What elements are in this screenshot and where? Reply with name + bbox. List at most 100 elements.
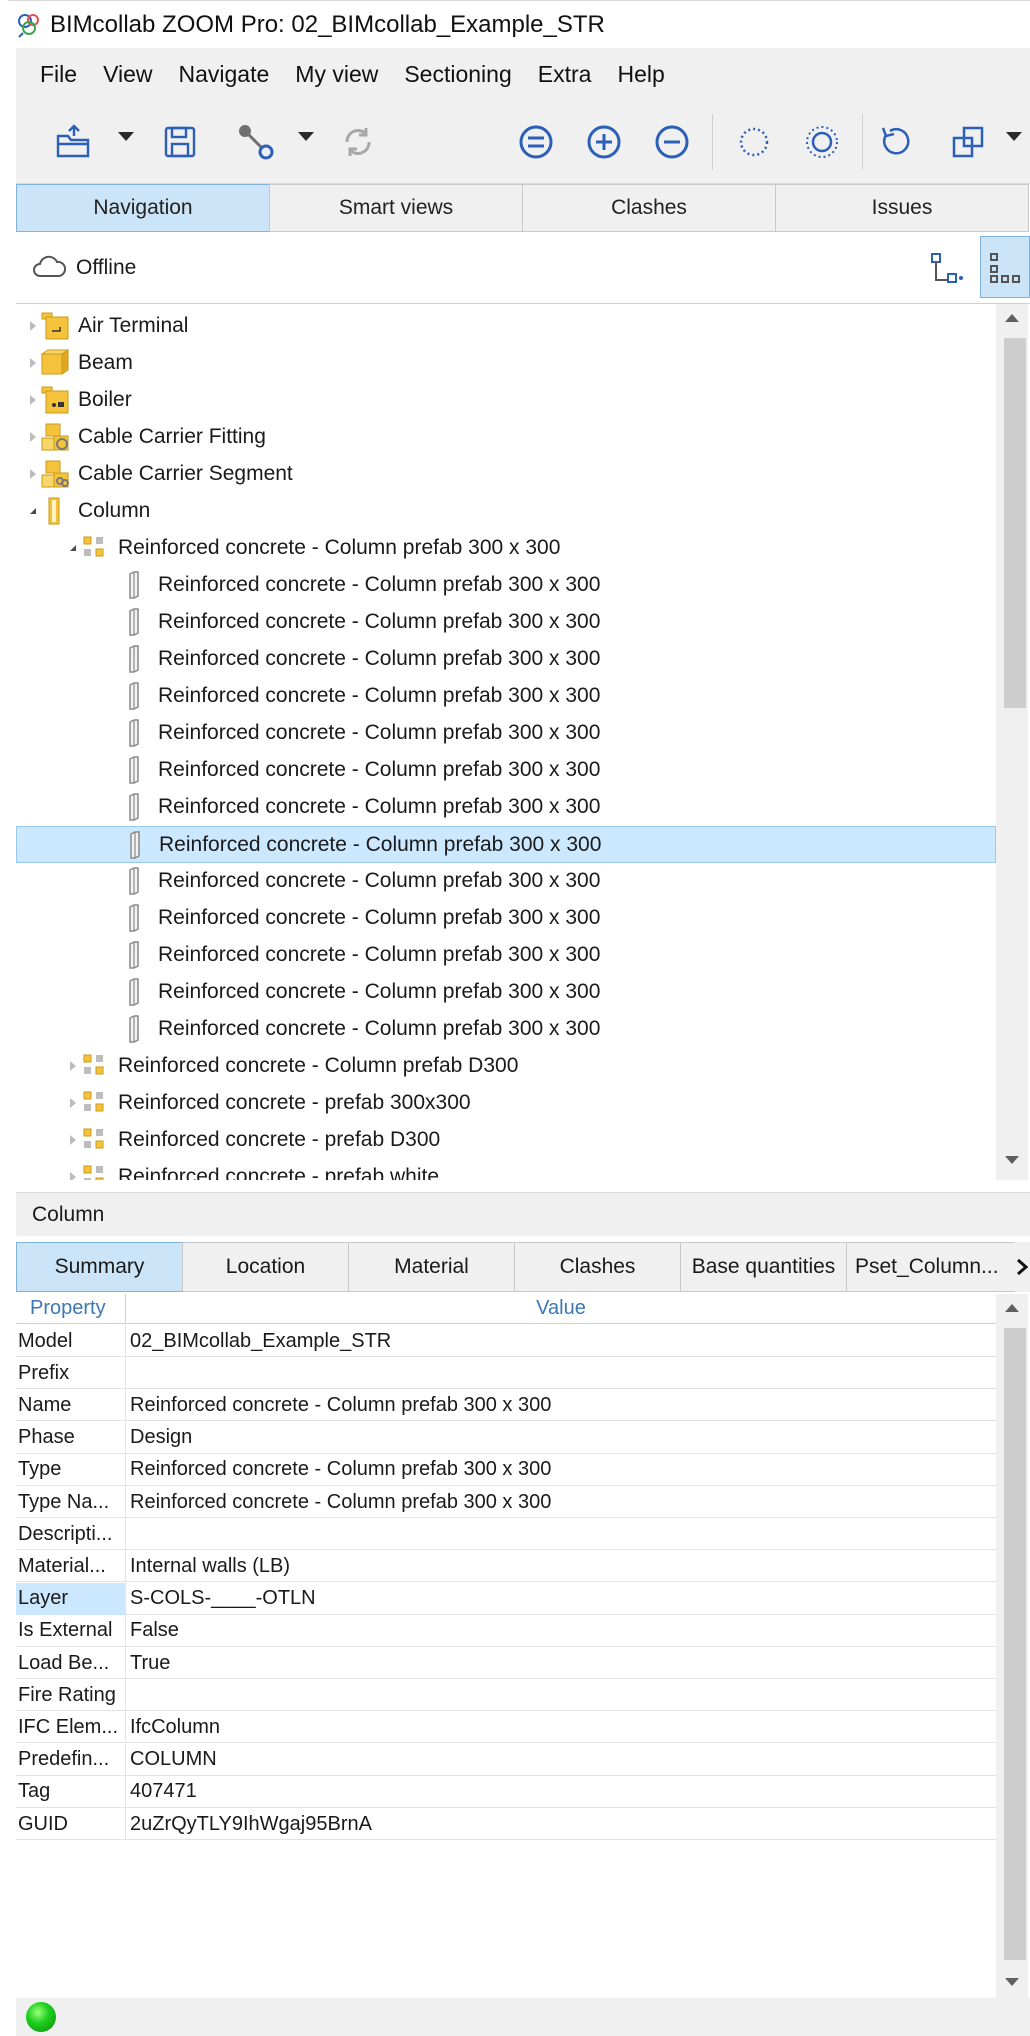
tab-issues[interactable]: Issues (775, 184, 1029, 232)
tree-item[interactable]: Reinforced concrete - Column prefab 300 … (16, 937, 996, 974)
tab-clashes[interactable]: Clashes (522, 184, 776, 232)
menu-help[interactable]: Help (617, 61, 664, 88)
tree-item[interactable]: Reinforced concrete - prefab white (16, 1159, 996, 1180)
expand-arrow-icon[interactable] (30, 358, 36, 368)
tree-scrollbar[interactable] (996, 304, 1028, 1180)
property-row[interactable]: Is External False (16, 1614, 996, 1647)
copy-view-icon (952, 126, 984, 158)
tree-item[interactable]: Reinforced concrete - prefab 300x300 (16, 1085, 996, 1122)
tab-smart-views[interactable]: Smart views (269, 184, 523, 232)
tree-item[interactable]: Reinforced concrete - Column prefab 300 … (16, 863, 996, 900)
properties-scroll-thumb[interactable] (1004, 1328, 1026, 1960)
select-none-button[interactable] (796, 116, 848, 168)
column-header-property[interactable]: Property (16, 1294, 126, 1324)
tab-navigation[interactable]: Navigation (16, 184, 270, 232)
tree-item[interactable]: Reinforced concrete - Column prefab 300 … (16, 641, 996, 678)
property-key: Layer (16, 1582, 126, 1615)
open-dropdown-caret[interactable] (118, 132, 134, 141)
reset-view-button[interactable] (870, 116, 922, 168)
connect-button[interactable] (230, 116, 282, 168)
tree-item[interactable]: Reinforced concrete - Column prefab 300 … (16, 974, 996, 1011)
tree-item[interactable]: Column (16, 493, 996, 530)
tree-item[interactable]: Reinforced concrete - Column prefab 300 … (16, 530, 996, 567)
expand-arrow-icon[interactable] (30, 321, 36, 331)
menu-sectioning[interactable]: Sectioning (404, 61, 511, 88)
property-row[interactable]: Prefix (16, 1357, 996, 1390)
expand-arrow-icon[interactable] (70, 1061, 76, 1071)
expand-arrow-icon[interactable] (70, 1098, 76, 1108)
expand-arrow-icon[interactable] (70, 1172, 76, 1180)
tab-pset-column[interactable]: Pset_Column... (846, 1242, 1016, 1292)
sync-button[interactable] (332, 116, 384, 168)
property-row[interactable]: Fire Rating (16, 1679, 996, 1712)
scroll-down-arrow[interactable] (1005, 1156, 1019, 1164)
tree-item[interactable]: Air Terminal (16, 308, 996, 345)
tree-item[interactable]: Reinforced concrete - Column prefab 300 … (16, 789, 996, 826)
menu-extra[interactable]: Extra (538, 61, 592, 88)
tree-item[interactable]: Boiler (16, 382, 996, 419)
expand-arrow-icon[interactable] (70, 1135, 76, 1145)
grouped-view-button[interactable] (980, 236, 1030, 298)
tab-material[interactable]: Material (348, 1242, 515, 1292)
scroll-down-arrow[interactable] (1005, 1978, 1019, 1986)
property-row[interactable]: GUID 2uZrQyTLY9IhWgaj95BrnA (16, 1808, 996, 1840)
tree-item[interactable]: Reinforced concrete - Column prefab 300 … (16, 604, 996, 641)
expand-arrow-icon[interactable] (30, 395, 36, 405)
tree-item[interactable]: Reinforced concrete - prefab D300 (16, 1122, 996, 1159)
column-header-value[interactable]: Value (126, 1294, 996, 1324)
property-row[interactable]: Layer S-COLS-____-OTLN (16, 1582, 996, 1615)
expand-arrow-icon[interactable] (30, 469, 36, 479)
tree-item-label: Reinforced concrete - Column prefab 300 … (158, 906, 601, 929)
save-button[interactable] (154, 116, 206, 168)
menu-navigate[interactable]: Navigate (179, 61, 270, 88)
property-row[interactable]: Predefin... COLUMN (16, 1743, 996, 1776)
tab-base-quantities[interactable]: Base quantities (680, 1242, 847, 1292)
remove-selection-button[interactable] (646, 116, 698, 168)
tree-item[interactable]: Reinforced concrete - Column prefab 300 … (16, 752, 996, 789)
select-all-button[interactable] (728, 116, 780, 168)
tabs-next-button[interactable] (1015, 1242, 1029, 1292)
tree-item[interactable]: Reinforced concrete - Column prefab 300 … (16, 1011, 996, 1048)
tab-summary[interactable]: Summary (16, 1242, 183, 1292)
tree-view-button[interactable] (926, 250, 970, 290)
property-key: Load Be... (16, 1647, 126, 1679)
property-row[interactable]: Phase Design (16, 1421, 996, 1454)
tree-item[interactable]: Reinforced concrete - Column prefab 300 … (16, 567, 996, 604)
add-selection-button[interactable] (578, 116, 630, 168)
tree-item-selected[interactable]: Reinforced concrete - Column prefab 300 … (16, 826, 996, 863)
property-row[interactable]: IFC Elem... IfcColumn (16, 1711, 996, 1744)
tree-item[interactable]: Reinforced concrete - Column prefab D300 (16, 1048, 996, 1085)
property-row[interactable]: Tag 407471 (16, 1775, 996, 1808)
tree-scroll-thumb[interactable] (1004, 338, 1026, 708)
tree-item[interactable]: Reinforced concrete - Column prefab 300 … (16, 678, 996, 715)
property-row[interactable]: Name Reinforced concrete - Column prefab … (16, 1389, 996, 1422)
collapse-arrow-icon[interactable] (30, 508, 36, 514)
property-key: Tag (16, 1775, 126, 1808)
set-selection-button[interactable] (510, 116, 562, 168)
tree-item[interactable]: Beam (16, 345, 996, 382)
property-row[interactable]: Type Reinforced concrete - Column prefab … (16, 1453, 996, 1486)
scroll-up-arrow[interactable] (1005, 1304, 1019, 1312)
open-button[interactable] (48, 116, 100, 168)
view-dropdown-caret[interactable] (1006, 132, 1022, 141)
tree-item[interactable]: Cable Carrier Fitting (16, 419, 996, 456)
collapse-arrow-icon[interactable] (70, 545, 76, 551)
tree-item[interactable]: Cable Carrier Segment (16, 456, 996, 493)
tree-item[interactable]: Reinforced concrete - Column prefab 300 … (16, 900, 996, 937)
tab-prop-clashes[interactable]: Clashes (514, 1242, 681, 1292)
menu-view[interactable]: View (103, 61, 152, 88)
property-row[interactable]: Descripti... (16, 1518, 996, 1551)
property-row[interactable]: Material... Internal walls (LB) (16, 1550, 996, 1583)
tab-location[interactable]: Location (182, 1242, 349, 1292)
property-row[interactable]: Model 02_BIMcollab_Example_STR (16, 1325, 996, 1357)
expand-arrow-icon[interactable] (30, 432, 36, 442)
property-row[interactable]: Load Be... True (16, 1647, 996, 1679)
tree-item[interactable]: Reinforced concrete - Column prefab 300 … (16, 715, 996, 752)
copy-view-button[interactable] (942, 116, 994, 168)
property-row[interactable]: Type Na... Reinforced concrete - Column p… (16, 1486, 996, 1518)
menu-my-view[interactable]: My view (295, 61, 378, 88)
connect-dropdown-caret[interactable] (298, 132, 314, 141)
scroll-up-arrow[interactable] (1005, 314, 1019, 322)
properties-scrollbar[interactable] (996, 1294, 1028, 1998)
menu-file[interactable]: File (40, 61, 77, 88)
